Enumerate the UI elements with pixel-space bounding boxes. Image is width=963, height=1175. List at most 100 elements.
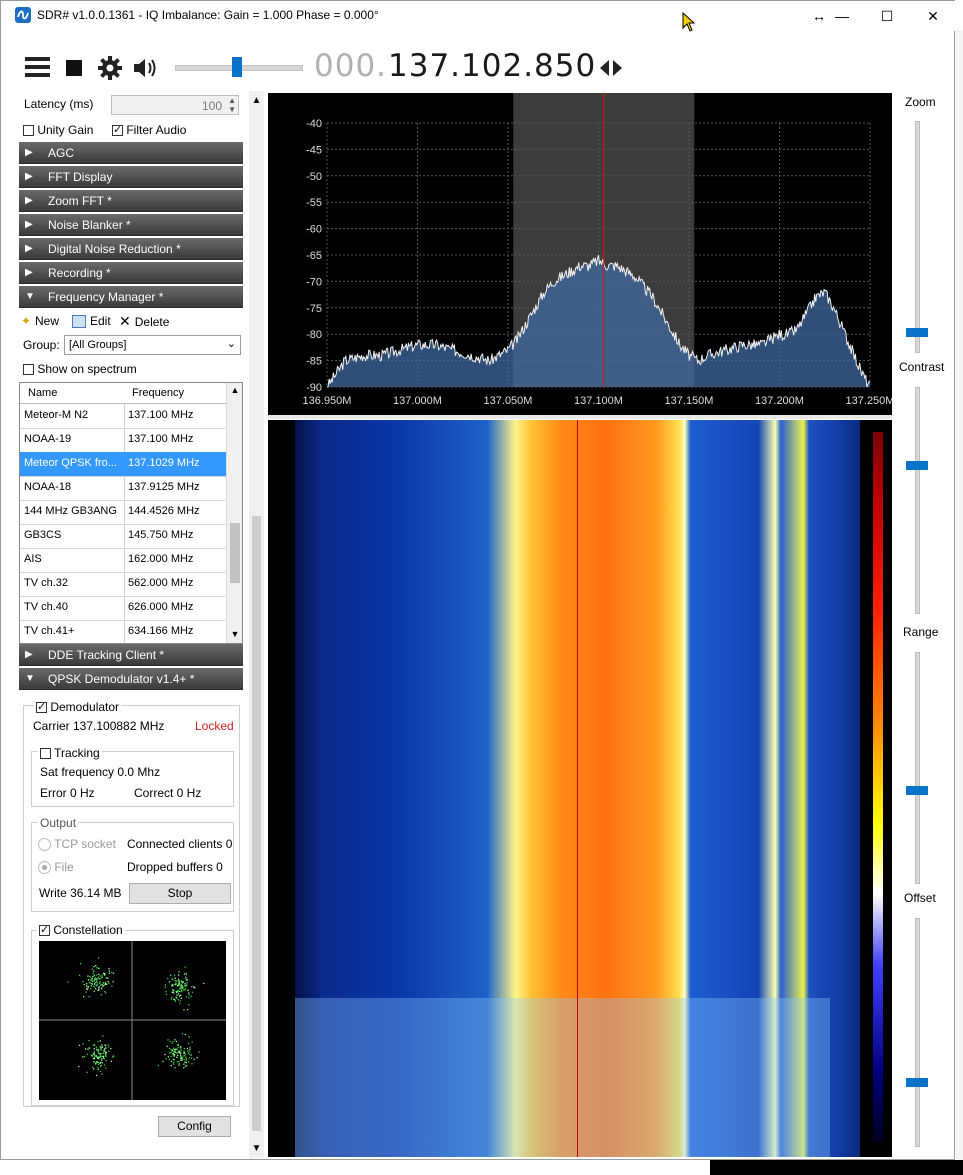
row-name: NOAA-18: [24, 481, 72, 493]
stop-recording-button[interactable]: Stop: [129, 883, 231, 904]
y-tick-label: -80: [306, 329, 322, 341]
x-tick-label: 136.950M: [303, 395, 352, 407]
frequency-display[interactable]: 137.102.850: [388, 48, 596, 84]
file-radio[interactable]: File: [38, 860, 74, 875]
splitter[interactable]: [268, 415, 892, 419]
contrast-slider-thumb[interactable]: [906, 461, 928, 471]
contrast-label: Contrast: [899, 360, 945, 374]
delete-button[interactable]: ✕ Delete: [119, 313, 169, 330]
spectrum-chart[interactable]: -40 -45 -50 -55 -60 -65 -70 -75 -80 -85 -90136.950…: [268, 93, 894, 415]
section-dde-tracking-client[interactable]: ▶ DDE Tracking Client *: [19, 644, 243, 666]
edit-icon: [72, 315, 86, 329]
close-button[interactable]: ✕: [910, 1, 956, 31]
column-header-frequency[interactable]: Frequency: [132, 387, 228, 399]
table-row[interactable]: TV ch.41+ 634.166 MHz: [20, 620, 226, 643]
section-zoom-fft[interactable]: ▶ Zoom FFT *: [19, 190, 243, 212]
scroll-down-icon[interactable]: ▼: [249, 1143, 264, 1154]
volume-slider-thumb[interactable]: [231, 57, 242, 77]
table-row[interactable]: 144 MHz GB3ANG 144.4526 MHz: [20, 500, 226, 525]
section-digital-noise-reduction[interactable]: ▶ Digital Noise Reduction *: [19, 238, 243, 260]
table-row[interactable]: AIS 162.000 MHz: [20, 548, 226, 573]
edit-button[interactable]: Edit: [72, 314, 111, 329]
offset-slider-thumb[interactable]: [906, 1078, 928, 1088]
contrast-slider[interactable]: [906, 387, 928, 614]
tracking-checkbox[interactable]: Tracking: [38, 746, 102, 760]
table-row[interactable]: NOAA-19 137.100 MHz: [20, 428, 226, 453]
section-recording[interactable]: ▶ Recording *: [19, 262, 243, 284]
correct-text: Correct 0 Hz: [134, 786, 202, 800]
section-fft-display[interactable]: ▶ FFT Display: [19, 166, 243, 188]
column-header-name[interactable]: Name: [28, 387, 126, 399]
offset-label: Offset: [904, 891, 936, 905]
zoom-label: Zoom: [905, 95, 936, 109]
tuning-step-arrows-icon[interactable]: [598, 58, 624, 78]
expand-arrow-icon: ▶: [25, 195, 33, 206]
collapse-arrow-icon: ▼: [25, 673, 35, 684]
filter-audio-label: Filter Audio: [126, 123, 187, 137]
new-button[interactable]: ✦ New: [21, 314, 59, 328]
constellation-checkbox[interactable]: Constellation: [37, 923, 125, 937]
taskbar-fragment: [710, 1160, 963, 1175]
y-tick-label: -50: [306, 171, 322, 183]
write-size-text: Write 36.14 MB: [39, 886, 122, 900]
volume-slider[interactable]: [175, 57, 303, 77]
row-name: NOAA-19: [24, 433, 72, 445]
scroll-up-icon[interactable]: ▲: [227, 385, 242, 395]
section-qpsk-demodulator[interactable]: ▼ QPSK Demodulator v1.4+ *: [19, 668, 243, 690]
minimize-button[interactable]: —: [819, 1, 865, 31]
unity-gain-checkbox[interactable]: Unity Gain: [23, 123, 93, 137]
left-panel-scrollbar[interactable]: ▲ ▼: [249, 91, 264, 1158]
filter-audio-checkbox[interactable]: Filter Audio: [112, 123, 186, 137]
range-slider[interactable]: [906, 652, 928, 884]
range-slider-thumb[interactable]: [906, 785, 928, 795]
row-name: AIS: [24, 553, 42, 565]
frequency-display-leading-zeros[interactable]: 000.: [314, 48, 387, 84]
waterfall-display[interactable]: [268, 420, 892, 1157]
table-row[interactable]: TV ch.40 626.000 MHz: [20, 596, 226, 621]
y-tick-label: -65: [306, 250, 322, 262]
offset-slider[interactable]: [906, 918, 928, 1147]
maximize-button[interactable]: ☐: [864, 1, 910, 31]
section-agc[interactable]: ▶ AGC: [19, 142, 243, 164]
table-row[interactable]: TV ch.32 562.000 MHz: [20, 572, 226, 597]
group-dropdown[interactable]: [All Groups] ⌄: [64, 335, 241, 355]
row-name: TV ch.40: [24, 601, 69, 613]
y-tick-label: -75: [306, 303, 322, 315]
tcp-socket-radio[interactable]: TCP socket: [38, 837, 116, 852]
expand-arrow-icon: ▶: [25, 171, 33, 182]
connected-clients-text: Connected clients 0: [127, 837, 233, 851]
speaker-icon[interactable]: [132, 56, 160, 80]
zoom-slider[interactable]: [906, 121, 928, 353]
error-text: Error 0 Hz: [40, 786, 95, 800]
scrollbar-thumb[interactable]: [252, 516, 261, 1131]
zoom-slider-thumb[interactable]: [906, 327, 928, 337]
expand-arrow-icon: ▶: [25, 243, 33, 254]
delete-x-icon: ✕: [119, 313, 131, 329]
section-frequency-manager[interactable]: ▼ Frequency Manager *: [19, 286, 243, 308]
config-button[interactable]: Config: [158, 1116, 231, 1137]
show-on-spectrum-checkbox[interactable]: Show on spectrum: [23, 362, 137, 376]
table-row[interactable]: Meteor-M N2 137.100 MHz: [20, 404, 226, 429]
expand-arrow-icon: ▶: [25, 649, 33, 660]
row-frequency: 137.9125 MHz: [128, 481, 200, 493]
stop-button[interactable]: [66, 60, 82, 76]
x-tick-label: 137.000M: [393, 395, 442, 407]
table-scrollbar[interactable]: ▲ ▼: [226, 383, 242, 643]
section-noise-blanker[interactable]: ▶ Noise Blanker *: [19, 214, 243, 236]
spin-arrows-icon[interactable]: ▲ ▼: [228, 96, 236, 114]
scrollbar-thumb[interactable]: [230, 523, 240, 583]
latency-spinbox[interactable]: 100 ▲ ▼: [111, 95, 239, 115]
demodulator-checkbox[interactable]: Demodulator: [34, 700, 122, 714]
table-row[interactable]: NOAA-18 137.9125 MHz: [20, 476, 226, 501]
row-name: Meteor QPSK fro...: [24, 457, 117, 469]
mouse-cursor-icon: [682, 11, 696, 32]
spectrum-analyzer[interactable]: -40 -45 -50 -55 -60 -65 -70 -75 -80 -85 -90 136.950…: [268, 93, 894, 415]
scroll-up-icon[interactable]: ▲: [249, 95, 264, 106]
tuned-frequency-line: [577, 420, 578, 1157]
table-row[interactable]: GB3CS 145.750 MHz: [20, 524, 226, 549]
gear-icon[interactable]: [97, 55, 123, 81]
table-row[interactable]: Meteor QPSK fro... 137.1029 MHz: [20, 452, 226, 477]
scroll-down-icon[interactable]: ▼: [227, 629, 242, 639]
row-frequency: 626.000 MHz: [128, 601, 194, 613]
menu-hamburger-icon[interactable]: [25, 57, 50, 77]
